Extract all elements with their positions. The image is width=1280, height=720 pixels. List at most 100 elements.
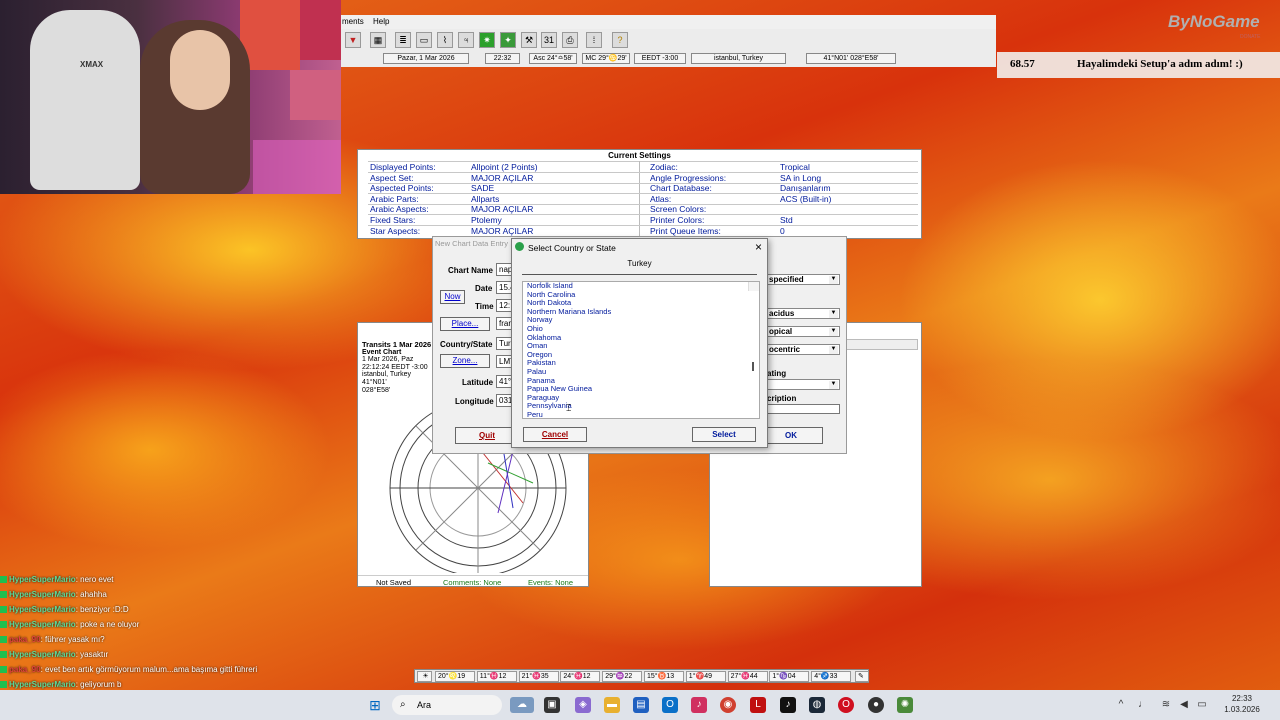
chevron-down-icon[interactable]: ▼ (829, 276, 838, 284)
image-icon[interactable]: ▭ (416, 32, 432, 48)
scroll-thumb[interactable] (752, 362, 754, 371)
row-separator (368, 172, 918, 173)
mouse-cursor-icon: ⌶ (566, 403, 572, 413)
green-gear-icon[interactable]: ✷ (479, 32, 495, 48)
house-system-combo[interactable]: specified ▼ (766, 274, 840, 285)
now-button[interactable]: Now (440, 290, 465, 304)
country-list-item[interactable]: Oklahoma (525, 333, 759, 343)
list-icon[interactable]: ≣ (395, 32, 411, 48)
help-icon[interactable]: ? (612, 32, 628, 48)
ok-button[interactable]: OK (759, 427, 823, 444)
graph-icon[interactable]: ⌇ (437, 32, 453, 48)
country-search-input[interactable]: Turkey (522, 258, 757, 275)
chrome-icon[interactable]: ◉ (720, 697, 736, 713)
clock-date[interactable]: 1.03.2026 (1222, 705, 1262, 714)
wifi-icon[interactable]: ≋ (1158, 697, 1174, 713)
planets-icon[interactable]: ♃ (458, 32, 474, 48)
obs-icon[interactable]: ● (868, 697, 884, 713)
status-coords: 41°N01' 028°E58' (806, 53, 896, 64)
grid-icon[interactable]: ⁞ (586, 32, 602, 48)
copilot-icon[interactable]: ◈ (575, 697, 591, 713)
opera-icon[interactable]: O (838, 697, 854, 713)
cancel-button[interactable]: Cancel (523, 427, 587, 442)
chat-message: HyperSuperMario: poke a ne oluyor (0, 617, 300, 632)
zone-button[interactable]: Zone... (440, 354, 490, 368)
setting-value: Ptolemy (471, 215, 502, 225)
steam-icon[interactable]: ◍ (809, 697, 825, 713)
house-combo[interactable]: acidus ▼ (766, 308, 840, 319)
compass-icon[interactable]: ✦ (500, 32, 516, 48)
weather-widget-icon[interactable]: ☁ (510, 697, 534, 713)
country-list-item[interactable]: Pakistan (525, 359, 759, 368)
country-list-item[interactable]: Pennsylvania (525, 402, 759, 411)
chevron-down-icon[interactable]: ▼ (829, 381, 838, 389)
country-list-item[interactable]: Oregon (525, 350, 759, 360)
chat-message: HyperSuperMario: ahahha (0, 587, 300, 602)
chat-username[interactable]: paka_90 (9, 635, 41, 644)
astro-app-icon[interactable]: ✺ (897, 697, 913, 713)
menu-item-comments[interactable]: ments (342, 17, 364, 26)
country-list-item[interactable]: Palau (525, 367, 759, 377)
task-view-icon[interactable]: ▣ (544, 697, 560, 713)
chevron-up-icon[interactable]: ^ (1116, 697, 1126, 713)
chevron-down-icon[interactable]: ▼ (829, 310, 838, 318)
combo-value: opical (769, 327, 793, 336)
chat-username[interactable]: HyperSuperMario (9, 650, 76, 659)
tools-icon[interactable]: ⚒ (521, 32, 537, 48)
country-list-item[interactable]: Northern Mariana Islands (525, 307, 759, 317)
chat-text: : nero evet (75, 575, 114, 584)
country-list-item[interactable]: Papua New Guinea (525, 385, 759, 394)
place-button[interactable]: Place... (440, 317, 490, 331)
description-input[interactable] (766, 404, 840, 414)
gaming-chair (30, 10, 140, 190)
country-list-item[interactable]: Oman (525, 342, 759, 351)
select-button[interactable]: Select (692, 427, 756, 442)
chevron-down-icon[interactable]: ▼ (829, 328, 838, 336)
windows-start-icon[interactable]: ⊞ (367, 697, 383, 713)
neon-light (253, 140, 341, 194)
l-app-icon[interactable]: L (750, 697, 766, 713)
print-icon[interactable]: ⎙ (562, 32, 578, 48)
microphone-icon[interactable]: ♩ (1138, 697, 1148, 713)
coordinate-combo[interactable]: ocentric ▼ (766, 344, 840, 355)
zodiac-combo[interactable]: opical ▼ (766, 326, 840, 337)
quit-button[interactable]: Quit (455, 427, 519, 444)
speaker-icon[interactable]: ◀ (1176, 697, 1192, 713)
status-date: Pazar, 1 Mar 2026 (383, 53, 469, 64)
country-list-item[interactable]: Norway (525, 316, 759, 325)
country-list[interactable]: Norfolk Island North Carolina North Dakota… (522, 281, 760, 419)
list-header (840, 339, 918, 350)
store-icon[interactable]: ▤ (633, 697, 649, 713)
country-list-item[interactable]: Peru (525, 410, 759, 418)
setting-label: Zodiac: (650, 162, 678, 172)
menu-item-help[interactable]: Help (373, 17, 389, 26)
outlook-icon[interactable]: O (662, 697, 678, 713)
calculator-icon[interactable]: ▦ (370, 32, 386, 48)
chat-username[interactable]: HyperSuperMario (9, 680, 76, 689)
file-explorer-icon[interactable]: ▬ (604, 697, 620, 713)
chat-username[interactable]: HyperSuperMario (9, 575, 76, 584)
chat-username[interactable]: HyperSuperMario (9, 590, 76, 599)
list-scrollbar[interactable] (748, 282, 759, 371)
chart-wheel-icon[interactable]: ▼ (345, 32, 361, 48)
calendar-icon[interactable]: 31 (541, 32, 557, 48)
battery-icon[interactable]: ▭ (1194, 697, 1210, 713)
bynogame-logo: ByNoGame (1168, 12, 1260, 31)
clock-time[interactable]: 22:33 (1222, 694, 1262, 703)
chevron-down-icon[interactable]: ▼ (829, 346, 838, 354)
chat-username[interactable]: HyperSuperMario (9, 605, 76, 614)
chat-username[interactable]: paka_90 (9, 665, 41, 674)
chat-message: paka_90: führer yasak mı? (0, 632, 300, 647)
tiktok-live-icon[interactable]: ♪ (780, 697, 796, 713)
combo-value: ocentric (769, 345, 801, 354)
planet-position: 1°♈49 (685, 671, 726, 682)
pen-icon[interactable]: ✎ (855, 671, 869, 682)
tiktok-icon[interactable]: ♪ (691, 697, 707, 713)
chat-username[interactable]: HyperSuperMario (9, 620, 76, 629)
close-icon[interactable]: × (755, 240, 762, 254)
search-placeholder: Ara (417, 700, 432, 710)
taskbar-search[interactable]: ⌕ Ara (392, 695, 502, 715)
chat-text: : benziyor :D:D (75, 605, 129, 614)
webcam-overlay: XMAX (0, 0, 341, 194)
rating-combo[interactable]: ▼ (766, 379, 840, 390)
